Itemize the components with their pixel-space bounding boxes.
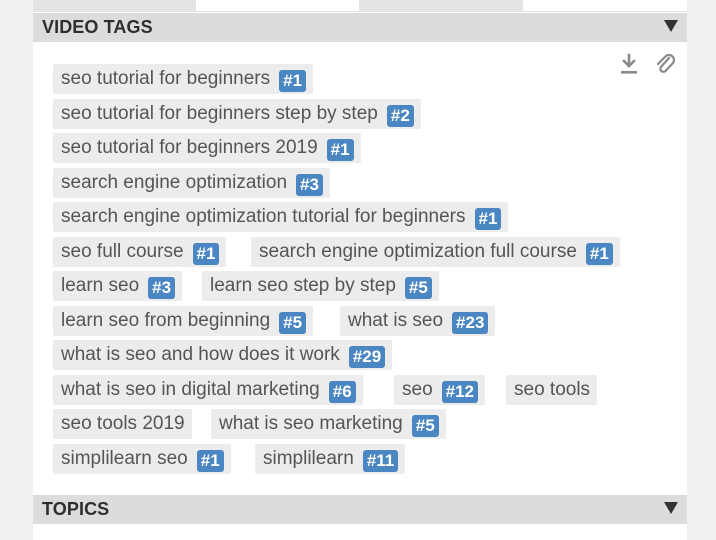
tag-label: what is seo [348,310,444,331]
tag-chip[interactable]: search engine optimization full course #1 [251,237,620,267]
tag-chip[interactable]: seo tutorial for beginners 2019 #1 [53,133,361,163]
tag-label: simplilearn [263,448,354,469]
tag-chip[interactable]: what is seo and how does it work #29 [53,340,393,370]
top-tab[interactable] [523,0,687,11]
rank-badge: #6 [328,381,356,403]
top-tab-strip [33,0,687,12]
topics-title: TOPICS [42,499,110,519]
rank-badge: #12 [441,381,479,403]
rank-badge: #1 [585,243,613,265]
download-icon[interactable] [618,52,640,76]
rank-badge: #3 [296,174,323,196]
tag-chip[interactable]: what is seo #23 [340,306,496,336]
rank-badge: #5 [411,415,439,437]
tag-actions [618,52,676,76]
rank-badge: #1 [326,139,354,161]
tag-label: learn seo step by step [210,275,396,296]
rank-badge: #5 [279,312,307,334]
rank-badge: #29 [348,346,386,368]
rank-badge: #1 [279,70,307,92]
tag-label: seo tutorial for beginners [61,68,271,89]
tag-label: seo tutorial for beginners step by step [61,103,378,124]
tag-chip[interactable]: learn seo step by step #5 [202,271,439,301]
tag-label: seo tutorial for beginners 2019 [61,137,318,158]
top-tab[interactable] [196,0,359,11]
tag-chip[interactable]: seo tutorial for beginners #1 [53,64,314,94]
tag-chip[interactable]: simplilearn #11 [255,444,406,474]
video-tags-title: VIDEO TAGS [42,17,153,37]
tag-label: seo full course [61,241,184,262]
tag-chip[interactable]: seo full course #1 [53,237,227,267]
triangle-down-icon[interactable] [664,501,678,518]
topics-header[interactable]: TOPICS [33,495,687,524]
tag-label: what is seo in digital marketing [61,379,320,400]
rank-badge: #1 [196,450,224,472]
tag-chip[interactable]: seo #12 [394,375,486,405]
tag-label: what is seo marketing [219,413,403,434]
tag-label: seo tools 2019 [61,413,185,434]
rank-badge: #23 [452,312,489,334]
tag-label: learn seo [61,275,140,296]
tag-label: learn seo from beginning [61,310,271,331]
tag-label: search engine optimization tutorial for … [61,206,466,227]
tag-chip[interactable]: learn seo #3 [53,271,183,301]
tag-chip[interactable]: seo tutorial for beginners step by step #… [53,99,421,129]
tag-label: what is seo and how does it work [61,344,340,365]
rank-badge: #11 [362,450,399,472]
tag-chip[interactable]: seo tools [506,375,598,405]
tag-label: search engine optimization [61,172,288,193]
rank-badge: #1 [192,243,220,265]
tag-label: seo tools [514,379,591,400]
rank-badge: #2 [386,105,414,127]
tag-chip[interactable]: simplilearn seo #1 [53,444,231,474]
rank-badge: #3 [148,277,176,299]
tag-chip[interactable]: what is seo in digital marketing #6 [53,375,363,405]
tag-label: simplilearn seo [61,448,188,469]
tag-chip[interactable]: what is seo marketing #5 [211,409,446,439]
tag-label: seo [402,379,433,400]
tag-chip[interactable]: search engine optimization tutorial for … [53,202,509,232]
tag-chip[interactable]: seo tools 2019 [53,409,192,439]
tag-chip[interactable]: learn seo from beginning #5 [53,306,314,336]
rank-badge: #5 [404,277,432,299]
tag-label: search engine optimization full course [259,241,577,262]
tag-chip[interactable]: search engine optimization #3 [53,168,330,198]
paperclip-icon[interactable] [654,52,676,76]
rank-badge: #1 [474,208,502,230]
triangle-down-icon[interactable] [664,19,678,36]
video-tags-header[interactable]: VIDEO TAGS [33,13,687,42]
